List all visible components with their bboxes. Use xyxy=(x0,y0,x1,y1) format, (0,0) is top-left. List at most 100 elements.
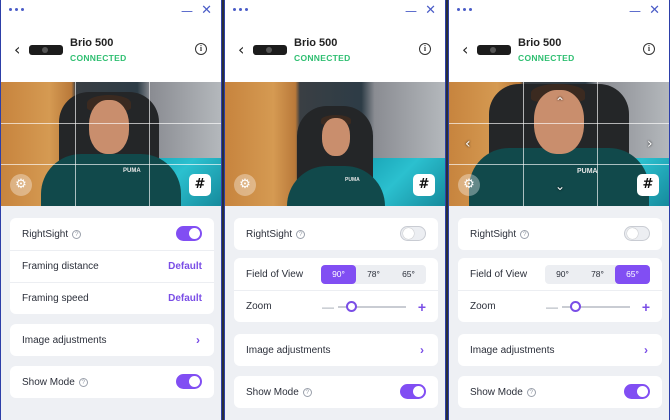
framing-distance-value[interactable]: Default xyxy=(168,261,202,272)
info-icon[interactable]: i xyxy=(643,43,655,55)
image-adjustments-label: Image adjustments xyxy=(22,334,107,346)
fov-label: Field of View xyxy=(246,268,304,280)
info-icon[interactable]: i xyxy=(195,43,207,55)
rightsight-label: RightSight xyxy=(246,228,293,240)
close-button[interactable]: ✕ xyxy=(425,4,436,17)
grid-line xyxy=(597,82,598,206)
menu-dots-icon[interactable] xyxy=(233,8,248,11)
show-mode-row: Show Mode ? xyxy=(458,376,662,408)
image-adjustments-label: Image adjustments xyxy=(246,344,331,356)
pan-down-icon[interactable]: ⌄ xyxy=(555,180,565,192)
zoom-plus-button[interactable]: + xyxy=(418,299,426,315)
camera-preview: PUMA ⚙ # xyxy=(1,82,221,206)
help-icon[interactable]: ? xyxy=(72,229,82,239)
fov-option-65[interactable]: 65° xyxy=(615,265,650,284)
pan-up-icon[interactable]: ⌃ xyxy=(555,96,565,108)
pan-right-icon[interactable]: › xyxy=(647,137,653,151)
info-icon[interactable]: i xyxy=(419,43,431,55)
grid-toggle-icon[interactable]: # xyxy=(637,174,659,196)
grid-toggle-icon[interactable]: # xyxy=(189,174,211,196)
fov-row: Field of View 90° 78° 65° xyxy=(458,258,662,290)
grid-line xyxy=(75,82,76,206)
fov-option-65[interactable]: 65° xyxy=(391,265,426,284)
back-arrow-icon[interactable]: ‹ xyxy=(462,42,468,58)
show-mode-card: Show Mode ? xyxy=(458,376,662,408)
grid-line xyxy=(449,164,669,165)
zoom-minus-button[interactable]: — xyxy=(322,300,334,314)
framing-speed-label: Framing speed xyxy=(22,293,89,304)
framing-distance-label: Framing distance xyxy=(22,261,99,272)
framing-speed-value[interactable]: Default xyxy=(168,293,202,304)
zoom-label: Zoom xyxy=(470,301,496,312)
grid-line xyxy=(149,82,150,206)
show-mode-row: Show Mode ? xyxy=(234,376,438,408)
menu-dots-icon[interactable] xyxy=(457,8,472,11)
person-body xyxy=(469,148,649,206)
framing-speed-row[interactable]: Framing speed Default xyxy=(10,282,214,314)
camera-preview: PUMA ⚙ # xyxy=(225,82,445,206)
zoom-plus-button[interactable]: + xyxy=(642,299,650,315)
settings-gear-icon[interactable]: ⚙ xyxy=(10,174,32,196)
device-status: CONNECTED xyxy=(294,53,351,63)
zoom-slider-handle[interactable] xyxy=(570,301,581,312)
rightsight-toggle[interactable] xyxy=(176,226,202,241)
show-mode-toggle[interactable] xyxy=(624,384,650,399)
minimize-button[interactable]: — xyxy=(405,5,417,17)
chevron-right-icon: › xyxy=(644,343,648,357)
fov-zoom-card: Field of View 90° 78° 65° Zoom — + xyxy=(458,258,662,322)
webcam-icon xyxy=(253,45,287,55)
image-adjustments-row[interactable]: Image adjustments › xyxy=(458,334,662,366)
rightsight-toggle[interactable] xyxy=(624,226,650,241)
rightsight-toggle[interactable] xyxy=(400,226,426,241)
back-arrow-icon[interactable]: ‹ xyxy=(14,42,20,58)
menu-dots-icon[interactable] xyxy=(9,8,24,11)
fov-segmented-control: 90° 78° 65° xyxy=(545,265,650,284)
zoom-label: Zoom xyxy=(246,301,272,312)
show-mode-card: Show Mode ? xyxy=(10,366,214,398)
image-adjustments-card[interactable]: Image adjustments › xyxy=(458,334,662,366)
rightsight-card: RightSight ? xyxy=(234,218,438,250)
fov-option-90[interactable]: 90° xyxy=(321,265,356,284)
close-button[interactable]: ✕ xyxy=(201,4,212,17)
chevron-right-icon: › xyxy=(196,333,200,347)
pan-left-icon[interactable]: ‹ xyxy=(465,137,471,151)
show-mode-label: Show Mode xyxy=(22,376,75,388)
header: — ✕ ‹ Brio 500 CONNECTED i xyxy=(449,0,669,82)
minimize-button[interactable]: — xyxy=(181,5,193,17)
rightsight-row: RightSight ? xyxy=(10,218,214,250)
header: — ✕ ‹ Brio 500 CONNECTED i xyxy=(1,0,221,82)
image-adjustments-row[interactable]: Image adjustments › xyxy=(10,324,214,356)
minimize-button[interactable]: — xyxy=(629,5,641,17)
grid-toggle-icon[interactable]: # xyxy=(413,174,435,196)
image-adjustments-card[interactable]: Image adjustments › xyxy=(234,334,438,366)
shirt-logo: PUMA xyxy=(577,168,598,175)
device-name: Brio 500 xyxy=(70,37,114,49)
framing-distance-row[interactable]: Framing distance Default xyxy=(10,250,214,282)
zoom-minus-button[interactable]: — xyxy=(546,300,558,314)
fov-option-78[interactable]: 78° xyxy=(356,265,391,284)
show-mode-row: Show Mode ? xyxy=(10,366,214,398)
settings-gear-icon[interactable]: ⚙ xyxy=(234,174,256,196)
help-icon[interactable]: ? xyxy=(526,387,536,397)
close-button[interactable]: ✕ xyxy=(649,4,660,17)
image-adjustments-row[interactable]: Image adjustments › xyxy=(234,334,438,366)
show-mode-toggle[interactable] xyxy=(176,374,202,389)
zoom-row: Zoom — + xyxy=(234,290,438,322)
back-arrow-icon[interactable]: ‹ xyxy=(238,42,244,58)
window-2: — ✕ ‹ Brio 500 CONNECTED i PUMA ⚙ # Righ… xyxy=(224,0,446,420)
show-mode-toggle[interactable] xyxy=(400,384,426,399)
help-icon[interactable]: ? xyxy=(520,229,530,239)
image-adjustments-card[interactable]: Image adjustments › xyxy=(10,324,214,356)
fov-option-78[interactable]: 78° xyxy=(580,265,615,284)
help-icon[interactable]: ? xyxy=(302,387,312,397)
person-body xyxy=(41,154,181,206)
help-icon[interactable]: ? xyxy=(296,229,306,239)
fov-label: Field of View xyxy=(470,268,528,280)
help-icon[interactable]: ? xyxy=(78,377,88,387)
settings-gear-icon[interactable]: ⚙ xyxy=(458,174,480,196)
zoom-slider-handle[interactable] xyxy=(346,301,357,312)
show-mode-label: Show Mode xyxy=(470,386,523,398)
fov-option-90[interactable]: 90° xyxy=(545,265,580,284)
fov-segmented-control: 90° 78° 65° xyxy=(321,265,426,284)
webcam-icon xyxy=(477,45,511,55)
